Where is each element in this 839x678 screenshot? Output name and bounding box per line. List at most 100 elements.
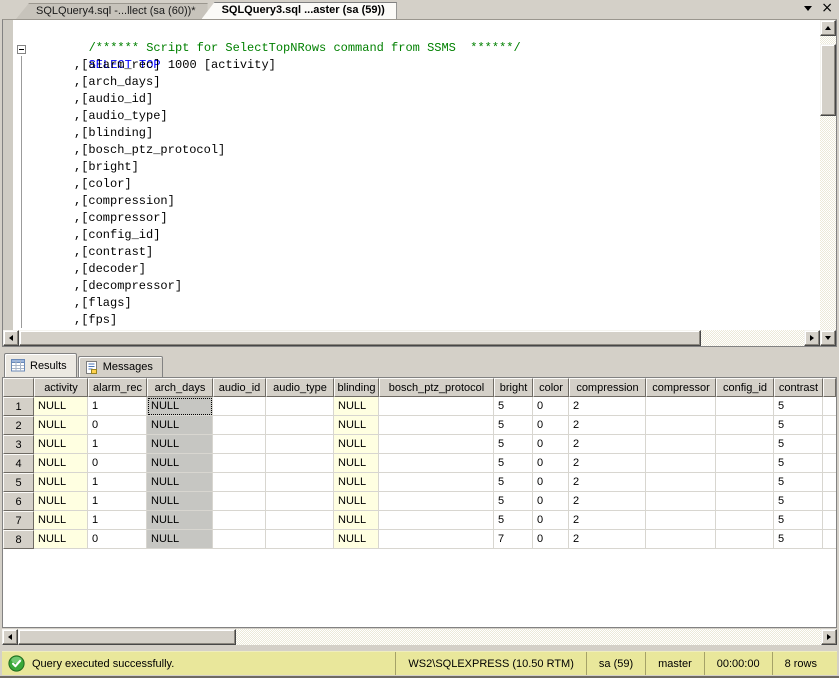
code-line[interactable]: ,[flags]	[31, 295, 819, 312]
grid-cell[interactable]: 5	[774, 416, 823, 435]
grid-cell[interactable]	[266, 435, 334, 454]
grid-cell[interactable]	[379, 416, 494, 435]
grid-cell[interactable]: 0	[533, 473, 569, 492]
grid-cell[interactable]: NULL	[34, 530, 88, 549]
results-grid[interactable]: activityalarm_recarch_daysaudio_idaudio_…	[2, 377, 837, 628]
grid-cell[interactable]: NULL	[34, 416, 88, 435]
grid-cell[interactable]: 5	[774, 511, 823, 530]
code-line[interactable]: ,[compression]	[31, 193, 819, 210]
grid-cell[interactable]: 5	[774, 397, 823, 416]
grid-cell[interactable]: 5	[494, 473, 533, 492]
grid-column-header-blinding[interactable]: blinding	[334, 378, 379, 397]
grid-cell[interactable]	[716, 511, 774, 530]
vscroll-thumb[interactable]	[820, 44, 836, 116]
grid-column-header-config_id[interactable]: config_id	[716, 378, 774, 397]
grid-cell[interactable]	[716, 473, 774, 492]
grid-cell[interactable]: NULL	[34, 435, 88, 454]
grid-column-header-bright[interactable]: bright	[494, 378, 533, 397]
grid-cell[interactable]: 2	[569, 397, 646, 416]
grid-cell[interactable]	[716, 530, 774, 549]
grid-cell[interactable]: 1	[88, 473, 147, 492]
grid-column-header-arch_days[interactable]: arch_days	[147, 378, 213, 397]
scroll-left-button[interactable]	[2, 629, 18, 645]
grid-cell[interactable]	[379, 511, 494, 530]
grid-cell[interactable]	[213, 454, 266, 473]
code-line[interactable]: ,[blinding]	[31, 125, 819, 142]
grid-cell[interactable]: 2	[569, 435, 646, 454]
grid-cell[interactable]	[213, 473, 266, 492]
code-line[interactable]: ,[bosch_ptz_protocol]	[31, 142, 819, 159]
grid-cell[interactable]: 5	[494, 435, 533, 454]
grid-row-header[interactable]: 4	[3, 454, 34, 473]
grid-cell[interactable]	[379, 530, 494, 549]
grid-cell[interactable]: NULL	[334, 397, 379, 416]
grid-cell[interactable]: 2	[569, 473, 646, 492]
grid-cell[interactable]	[646, 454, 716, 473]
grid-column-header-compressor[interactable]: compressor	[646, 378, 716, 397]
grid-row-header[interactable]: 6	[3, 492, 34, 511]
grid-cell[interactable]: NULL	[334, 416, 379, 435]
grid-cell[interactable]: 0	[533, 511, 569, 530]
grid-cell[interactable]: NULL	[334, 511, 379, 530]
grid-cell[interactable]: 0	[88, 530, 147, 549]
code-line[interactable]: ,[audio_id]	[31, 91, 819, 108]
grid-cell[interactable]: 5	[774, 530, 823, 549]
grid-cell[interactable]: 0	[533, 397, 569, 416]
grid-cell[interactable]: 5	[494, 492, 533, 511]
grid-cell[interactable]	[266, 397, 334, 416]
grid-cell[interactable]: 5	[494, 454, 533, 473]
grid-cell[interactable]: NULL	[147, 473, 213, 492]
scroll-right-button[interactable]	[804, 330, 820, 346]
editor-tab-sqlquery3[interactable]: SQLQuery3.sql ...aster (sa (59))	[202, 2, 397, 19]
code-line[interactable]: ,[fps]	[31, 312, 819, 329]
grid-column-header-bosch_ptz_protocol[interactable]: bosch_ptz_protocol	[379, 378, 494, 397]
grid-column-header-alarm_rec[interactable]: alarm_rec	[88, 378, 147, 397]
grid-cell[interactable]	[213, 492, 266, 511]
grid-cell[interactable]: NULL	[334, 454, 379, 473]
grid-cell[interactable]	[379, 473, 494, 492]
grid-row-header[interactable]: 7	[3, 511, 34, 530]
grid-cell[interactable]: 2	[569, 492, 646, 511]
grid-cell[interactable]: NULL	[34, 454, 88, 473]
grid-cell[interactable]: NULL	[334, 530, 379, 549]
code-line[interactable]: ,[decompressor]	[31, 278, 819, 295]
grid-column-header-audio_id[interactable]: audio_id	[213, 378, 266, 397]
grid-cell[interactable]: 5	[774, 435, 823, 454]
code-area[interactable]: /****** Script for SelectTopNRows comman…	[31, 20, 819, 330]
code-line[interactable]: ,[audio_type]	[31, 108, 819, 125]
editor-vscrollbar[interactable]	[820, 20, 836, 346]
grid-cell[interactable]	[266, 492, 334, 511]
grid-cell[interactable]	[646, 416, 716, 435]
grid-row-header[interactable]: 3	[3, 435, 34, 454]
code-line[interactable]: ,[config_id]	[31, 227, 819, 244]
grid-cell[interactable]: 5	[774, 454, 823, 473]
grid-cell[interactable]: NULL	[147, 435, 213, 454]
code-line[interactable]: ,[compressor]	[31, 210, 819, 227]
grid-cell[interactable]: NULL	[147, 530, 213, 549]
grid-cell[interactable]	[213, 397, 266, 416]
grid-column-header-audio_type[interactable]: audio_type	[266, 378, 334, 397]
tab-results[interactable]: Results	[4, 353, 77, 377]
grid-cell[interactable]	[646, 435, 716, 454]
code-line[interactable]: ,[alarm_rec]	[31, 57, 819, 74]
grid-cell[interactable]	[266, 454, 334, 473]
hscroll-thumb[interactable]	[19, 330, 701, 346]
grid-cell[interactable]: 2	[569, 416, 646, 435]
code-line[interactable]: ,[decoder]	[31, 261, 819, 278]
grid-cell[interactable]	[716, 492, 774, 511]
grid-cell[interactable]	[379, 492, 494, 511]
grid-cell[interactable]	[646, 511, 716, 530]
grid-cell[interactable]	[213, 530, 266, 549]
grid-cell[interactable]: 1	[88, 435, 147, 454]
grid-cell[interactable]: 5	[494, 397, 533, 416]
grid-cell[interactable]	[379, 435, 494, 454]
tab-messages[interactable]: Messages	[78, 356, 163, 377]
grid-cell[interactable]	[379, 454, 494, 473]
grid-cell[interactable]: 2	[569, 530, 646, 549]
grid-corner-cell[interactable]	[3, 378, 34, 397]
grid-cell[interactable]: 7	[494, 530, 533, 549]
grid-cell[interactable]	[213, 416, 266, 435]
sql-editor[interactable]: /****** Script for SelectTopNRows comman…	[2, 19, 837, 347]
grid-cell[interactable]	[646, 530, 716, 549]
collapse-toggle[interactable]	[17, 45, 26, 54]
